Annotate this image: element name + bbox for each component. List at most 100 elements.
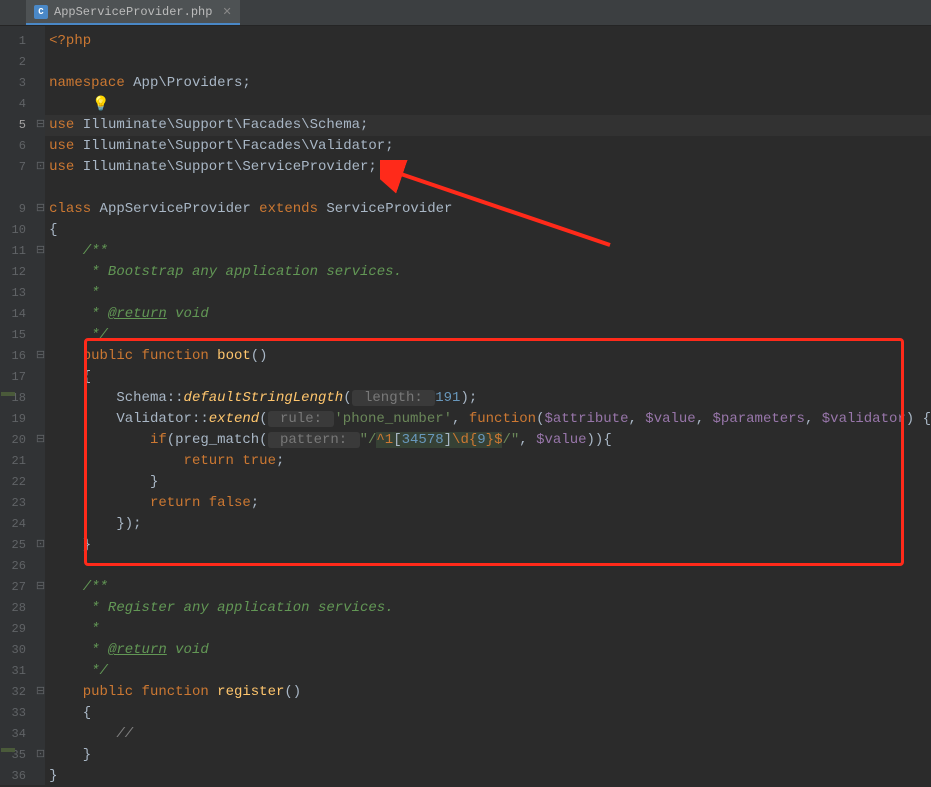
line-number[interactable]: 23 [12,493,36,514]
fold-indicator[interactable] [36,514,45,535]
fold-indicator[interactable]: ⊟ [36,430,45,451]
code-line[interactable]: /** [45,577,931,598]
fold-indicator[interactable]: ⊟ [36,682,45,703]
fold-indicator[interactable] [36,178,45,199]
fold-indicator[interactable] [36,73,45,94]
code-line[interactable]: { [45,367,931,388]
line-number[interactable]: 16 [12,346,36,367]
fold-indicator[interactable] [36,220,45,241]
line-number[interactable]: 20 [12,430,36,451]
fold-indicator[interactable] [36,724,45,745]
code-line[interactable]: namespace App\Providers; [45,73,931,94]
code-line[interactable]: * Register any application services. [45,598,931,619]
code-line[interactable]: } [45,472,931,493]
line-number[interactable]: 10 [12,220,36,241]
line-number[interactable]: 30 [12,640,36,661]
line-number[interactable]: 9 [12,199,36,220]
code-line[interactable]: return true; [45,451,931,472]
fold-indicator[interactable]: ⊟ [36,346,45,367]
line-number[interactable]: 13 [12,283,36,304]
line-number[interactable]: 15 [12,325,36,346]
line-number[interactable]: 18 [12,388,36,409]
line-number[interactable]: 14 [12,304,36,325]
fold-indicator[interactable] [36,136,45,157]
code-line[interactable]: * Bootstrap any application services. [45,262,931,283]
close-icon[interactable]: ✕ [222,5,231,19]
code-line[interactable]: public function register() [45,682,931,703]
code-line[interactable]: * [45,619,931,640]
line-number[interactable]: 2 [12,52,36,73]
fold-indicator[interactable] [36,766,45,787]
code-line[interactable] [45,178,931,199]
fold-indicator[interactable] [36,367,45,388]
code-area[interactable]: <?php namespace App\Providers; use Illum… [45,26,931,785]
fold-indicator[interactable] [36,31,45,52]
line-number[interactable]: 24 [12,514,36,535]
code-line[interactable]: Validator::extend( rule: 'phone_number',… [45,409,931,430]
code-line[interactable]: Schema::defaultStringLength( length: 191… [45,388,931,409]
line-number[interactable]: 28 [12,598,36,619]
fold-indicator[interactable] [36,451,45,472]
code-line[interactable]: { [45,703,931,724]
line-number[interactable]: 7 [12,157,36,178]
fold-indicator[interactable] [36,325,45,346]
code-line[interactable]: }); [45,514,931,535]
fold-indicator[interactable] [36,52,45,73]
code-line[interactable]: * [45,283,931,304]
line-number[interactable]: 35 [12,745,36,766]
fold-indicator[interactable]: ⊡ [36,535,45,556]
code-line[interactable]: */ [45,325,931,346]
code-line[interactable]: */ [45,661,931,682]
fold-indicator[interactable]: ⊟ [36,577,45,598]
line-number[interactable]: 34 [12,724,36,745]
editor[interactable]: 1 2 3 4 5 6 7 9 10 11 12 13 14 15 16 17 … [0,26,931,785]
line-number[interactable]: 33 [12,703,36,724]
fold-indicator[interactable] [36,661,45,682]
code-line[interactable]: * @return void [45,304,931,325]
line-number[interactable]: 25 [12,535,36,556]
code-line[interactable] [45,556,931,577]
fold-indicator[interactable]: ⊡ [36,745,45,766]
fold-indicator[interactable] [36,94,45,115]
fold-indicator[interactable] [36,598,45,619]
fold-indicator[interactable] [36,556,45,577]
line-number[interactable]: 12 [12,262,36,283]
lightbulb-icon[interactable]: 💡 [92,96,109,113]
code-line[interactable]: return false; [45,493,931,514]
code-line[interactable]: } [45,745,931,766]
line-number[interactable]: 22 [12,472,36,493]
fold-indicator[interactable] [36,388,45,409]
fold-indicator[interactable]: ⊟ [36,115,45,136]
code-line[interactable]: use Illuminate\Support\Facades\Validator… [45,136,931,157]
fold-indicator[interactable] [36,304,45,325]
fold-indicator[interactable] [36,409,45,430]
fold-indicator[interactable]: ⊟ [36,199,45,220]
line-number[interactable]: 6 [12,136,36,157]
fold-indicator[interactable] [36,472,45,493]
line-number[interactable]: 1 [12,31,36,52]
code-line[interactable]: class AppServiceProvider extends Service… [45,199,931,220]
code-line[interactable]: if(preg_match( pattern: "/^1[34578]\d{9}… [45,430,931,451]
fold-indicator[interactable] [36,640,45,661]
line-number[interactable]: 3 [12,73,36,94]
code-line[interactable]: public function boot() [45,346,931,367]
line-number[interactable]: 26 [12,556,36,577]
line-number[interactable]: 19 [12,409,36,430]
fold-indicator[interactable]: ⊡ [36,157,45,178]
code-line-active[interactable]: use Illuminate\Support\Facades\Schema; [45,115,931,136]
line-number[interactable]: 27 [12,577,36,598]
line-number[interactable]: 36 [12,766,36,787]
code-line[interactable]: } [45,535,931,556]
code-line[interactable] [45,52,931,73]
file-tab[interactable]: C AppServiceProvider.php ✕ [26,0,240,25]
line-number[interactable] [12,178,36,199]
fold-indicator[interactable] [36,619,45,640]
code-line[interactable]: { [45,220,931,241]
line-number[interactable]: 32 [12,682,36,703]
code-line[interactable]: <?php [45,31,931,52]
code-line[interactable]: /** [45,241,931,262]
fold-indicator[interactable] [36,493,45,514]
fold-indicator[interactable] [36,703,45,724]
code-line[interactable]: * @return void [45,640,931,661]
line-number[interactable]: 5 [12,115,36,136]
